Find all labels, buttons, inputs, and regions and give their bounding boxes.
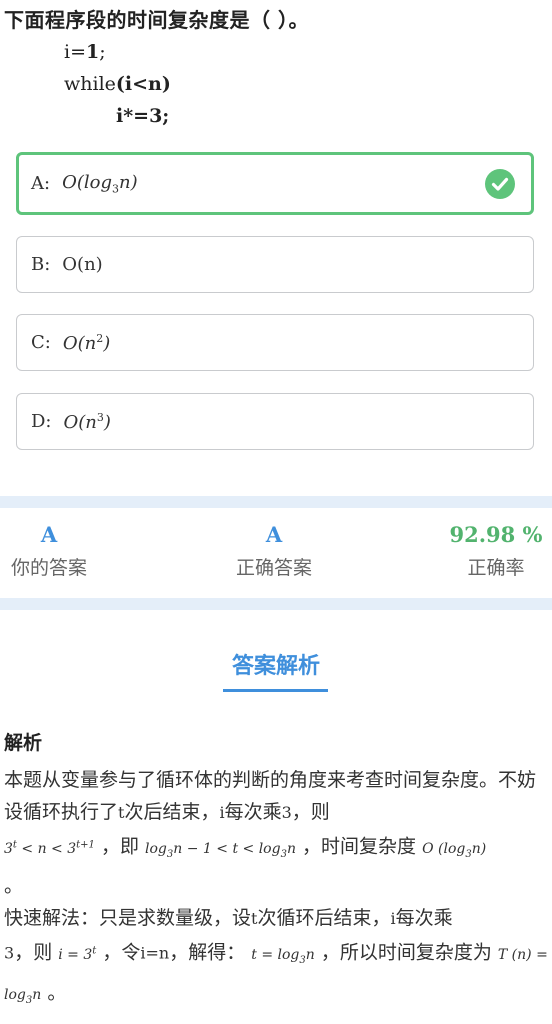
option-d-formula: O(n3) bbox=[63, 410, 111, 433]
option-b-text: O(n) bbox=[62, 254, 103, 275]
analysis-body: 本题从变量参与了循环体的判断的角度来考查时间复杂度。不妨设循环执行了t次后结束，… bbox=[4, 769, 548, 1006]
code-line-2: while(i<n) bbox=[64, 73, 171, 95]
formula-i: i = 3t bbox=[58, 945, 97, 964]
formula-complexity: O (log3n) bbox=[422, 840, 487, 860]
option-a[interactable]: A: O(log3n) bbox=[16, 152, 534, 215]
tab-active-underline bbox=[223, 689, 328, 692]
tab-answer-analysis[interactable]: 答案解析 bbox=[0, 648, 552, 680]
option-c[interactable]: C: O(n2) bbox=[16, 314, 534, 371]
option-a-formula: O(log3n) bbox=[62, 171, 138, 196]
formula-t: t = log3n bbox=[251, 947, 315, 966]
accuracy-value: 92.98 % bbox=[449, 522, 543, 547]
code-line-1: i=1; bbox=[64, 41, 106, 63]
option-d[interactable]: D: O(n3) bbox=[16, 393, 534, 450]
code-line-3: i*=3; bbox=[116, 105, 170, 127]
correct-answer-label: 正确答案 bbox=[235, 557, 312, 579]
formula-range: log3n − 1 < t < log3n bbox=[145, 840, 296, 860]
analysis-heading: 解析 bbox=[4, 732, 43, 754]
check-icon bbox=[485, 168, 515, 199]
accuracy-stat: 92.98 % 正确率 bbox=[440, 522, 552, 580]
formula-bound: 3t < n < 3t+1 bbox=[4, 839, 95, 857]
accuracy-label: 正确率 bbox=[467, 557, 525, 579]
correct-answer-value: A bbox=[265, 522, 283, 547]
divider-top bbox=[0, 496, 552, 508]
correct-answer-stat: A 正确答案 bbox=[225, 522, 323, 580]
your-answer-value: A bbox=[40, 522, 58, 547]
option-c-formula: O(n2) bbox=[62, 331, 111, 354]
divider-bottom bbox=[0, 598, 552, 610]
your-answer-stat: A 你的答案 bbox=[0, 522, 98, 580]
option-b[interactable]: B: O(n) bbox=[16, 236, 534, 293]
question-title: 下面程序段的时间复杂度是（ ）。 bbox=[4, 8, 309, 32]
your-answer-label: 你的答案 bbox=[10, 557, 87, 579]
